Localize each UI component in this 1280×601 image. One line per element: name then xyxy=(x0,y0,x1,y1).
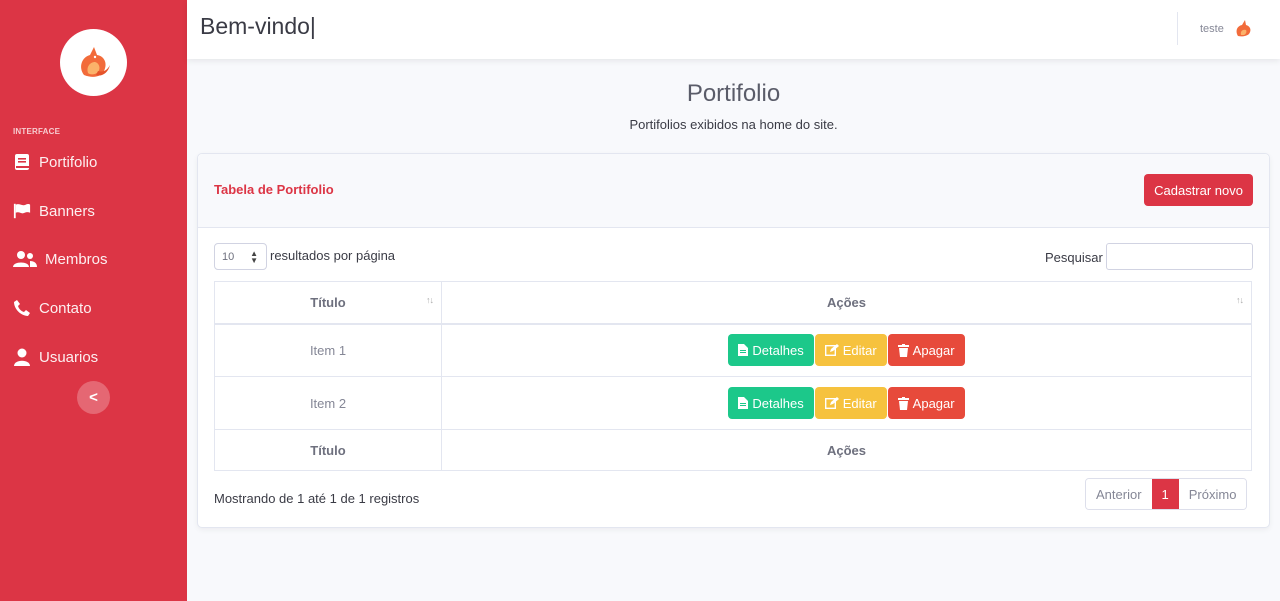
flag-icon xyxy=(13,202,31,220)
user-name[interactable]: teste xyxy=(1200,23,1224,35)
table-header-row: Título ↑↓ Ações ↑↓ xyxy=(214,281,1252,325)
file-icon xyxy=(738,397,749,409)
users-icon xyxy=(13,250,37,268)
delete-button[interactable]: Apagar xyxy=(887,334,965,367)
sidebar-item-banners[interactable]: Banners xyxy=(13,198,95,224)
card-header: Tabela de Portifolio Cadastrar novo xyxy=(198,154,1269,228)
updown-chevron-icon: ▲ ▼ xyxy=(250,249,258,265)
details-button[interactable]: Detalhes xyxy=(728,334,814,367)
search-input[interactable] xyxy=(1106,243,1253,270)
table-footer-row: Título Ações xyxy=(214,429,1252,471)
cell-acoes: Detalhes Editar Apagar xyxy=(441,323,1252,377)
topbar-title: Bem-vindo| xyxy=(200,13,316,39)
cell-titulo: Item 1 xyxy=(214,323,442,377)
add-new-button[interactable]: Cadastrar novo xyxy=(1144,174,1253,206)
edit-button[interactable]: Editar xyxy=(814,387,887,419)
portfolio-card: Tabela de Portifolio Cadastrar novo 10 ▲… xyxy=(197,153,1270,528)
page-length-select[interactable]: 10 ▲ ▼ xyxy=(214,243,267,270)
topbar-divider xyxy=(1177,12,1178,45)
pagination-page[interactable]: 1 xyxy=(1151,479,1179,509)
sidebar-item-label: Contato xyxy=(39,299,92,317)
sort-icon: ↑↓ xyxy=(426,295,434,305)
edit-icon xyxy=(824,344,839,357)
sidebar-toggle-button[interactable]: < xyxy=(77,381,110,414)
brand-logo[interactable] xyxy=(60,29,127,96)
portfolio-table: Título ↑↓ Ações ↑↓ Item 1 Detalhes Edita… xyxy=(214,281,1252,471)
footer-titulo: Título xyxy=(214,429,442,471)
trash-icon xyxy=(897,396,909,410)
page-length-value: 10 xyxy=(222,250,235,263)
sidebar-item-membros[interactable]: Membros xyxy=(13,246,108,272)
details-button[interactable]: Detalhes xyxy=(728,387,814,419)
page-subtitle: Portifolios exibidos na home do site. xyxy=(629,117,838,132)
phone-icon xyxy=(13,299,31,317)
sidebar-item-contato[interactable]: Contato xyxy=(13,295,92,321)
sidebar-item-label: Usuarios xyxy=(39,348,99,366)
table-info: Mostrando de 1 até 1 de 1 registros xyxy=(214,491,420,506)
sidebar-item-usuarios[interactable]: Usuarios xyxy=(13,344,98,370)
table-row: Item 2 Detalhes Editar Apagar xyxy=(214,376,1252,430)
pagination: Anterior 1 Próximo xyxy=(1085,478,1248,510)
sidebar-heading: INTERFACE xyxy=(13,127,61,136)
file-icon xyxy=(738,344,749,357)
book-icon xyxy=(13,153,31,171)
column-header-acoes[interactable]: Ações ↑↓ xyxy=(441,281,1252,325)
edit-icon xyxy=(824,397,839,409)
sidebar: INTERFACE Portifolio Banners Membros Con… xyxy=(0,0,187,601)
trash-icon xyxy=(897,343,909,357)
search-label: Pesquisar xyxy=(1045,250,1103,265)
user-icon xyxy=(13,348,31,366)
sidebar-item-label: Membros xyxy=(45,250,108,268)
sidebar-item-portifolio[interactable]: Portifolio xyxy=(13,149,97,175)
column-header-titulo[interactable]: Título ↑↓ xyxy=(214,281,442,325)
sidebar-item-label: Portifolio xyxy=(39,153,98,171)
cell-titulo: Item 2 xyxy=(214,376,442,430)
card-title: Tabela de Portifolio xyxy=(214,182,334,197)
sidebar-item-label: Banners xyxy=(39,202,95,220)
page-title: Portifolio xyxy=(686,80,781,107)
topbar: Bem-vindo| teste xyxy=(187,0,1280,59)
pagination-prev[interactable]: Anterior xyxy=(1086,479,1152,509)
footer-acoes: Ações xyxy=(441,429,1252,471)
fox-logo-icon xyxy=(80,46,110,77)
user-avatar-icon[interactable] xyxy=(1234,18,1254,38)
delete-button[interactable]: Apagar xyxy=(887,387,965,419)
sort-icon: ↑↓ xyxy=(1236,295,1244,305)
pagination-next[interactable]: Próximo xyxy=(1178,479,1247,509)
edit-button[interactable]: Editar xyxy=(814,334,887,367)
table-row: Item 1 Detalhes Editar Apagar xyxy=(214,323,1252,377)
cell-acoes: Detalhes Editar Apagar xyxy=(441,376,1252,430)
page-length-label: resultados por página xyxy=(270,248,396,263)
